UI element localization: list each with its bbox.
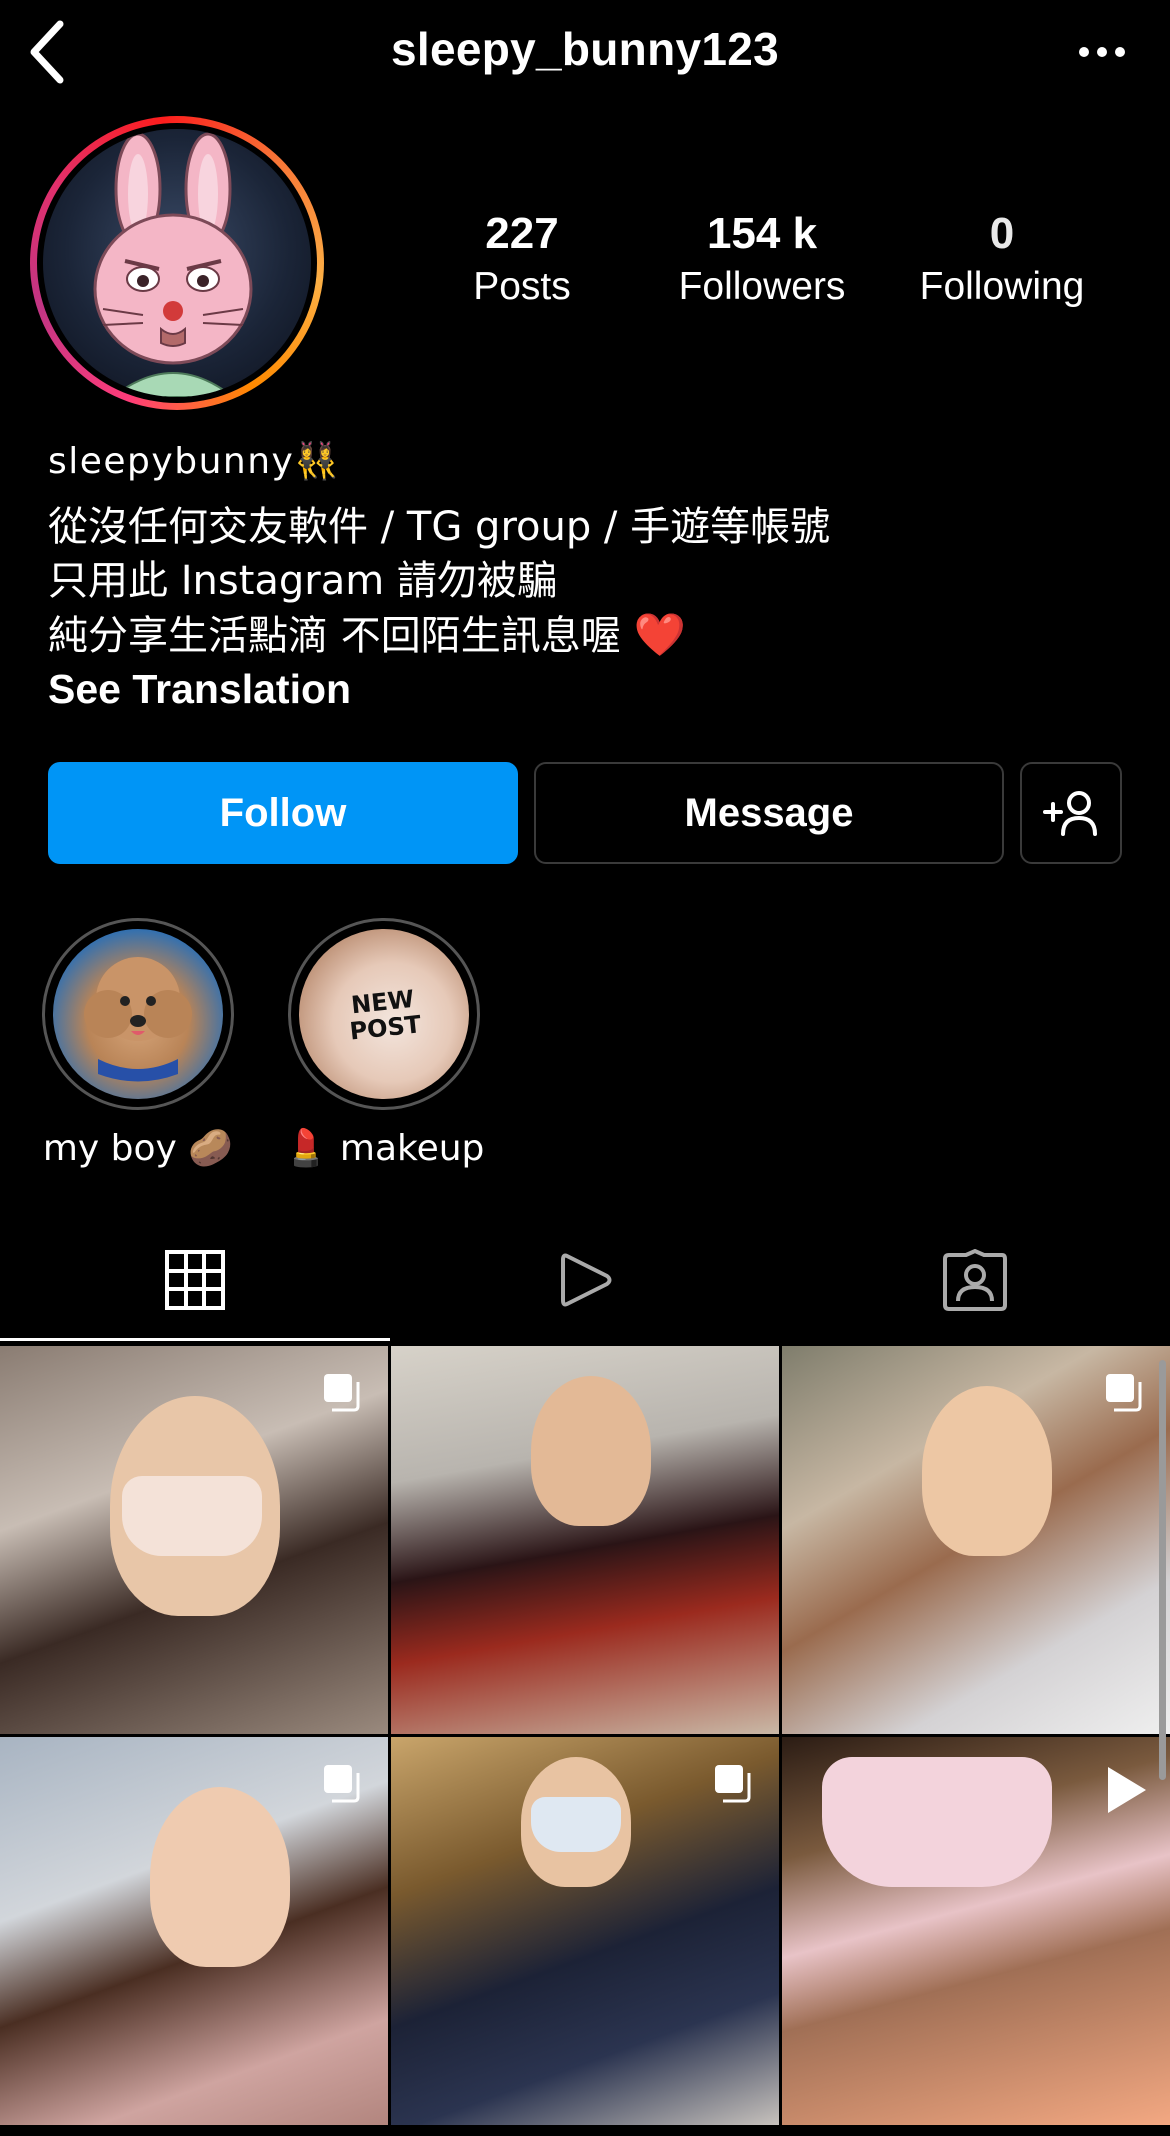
posts-count: 227: [485, 209, 559, 258]
highlight-cover-dog: [53, 929, 223, 1099]
post-subject: [150, 1787, 290, 1967]
followers-count: 154 k: [706, 209, 818, 258]
post-subject: [531, 1376, 651, 1526]
bio-display-name: sleepybunny👯‍♀️: [48, 441, 341, 482]
carousel-icon: [324, 1374, 360, 1412]
carousel-icon: [324, 1765, 360, 1803]
posts-stat: 227 Posts: [452, 206, 592, 312]
face-mask: [531, 1797, 621, 1852]
following-count: 0: [989, 209, 1015, 258]
dog-illustration: [84, 957, 192, 1082]
bio-line-2: 只用此 Instagram 請勿被騙: [48, 558, 557, 604]
post-thumbnail[interactable]: [782, 1737, 1170, 2125]
more-options-button[interactable]: [1074, 30, 1130, 74]
play-icon: [561, 1253, 612, 1307]
active-tab-indicator: [0, 1338, 390, 1341]
carousel-icon: [715, 1765, 751, 1803]
post-subject: [922, 1386, 1052, 1556]
bio-line-1: 從沒任何交友軟件 / TG group / 手遊等帳號: [48, 504, 831, 550]
carousel-icon: [1106, 1374, 1142, 1412]
reel-play-icon: [1108, 1767, 1146, 1813]
avatar-image: [43, 129, 311, 397]
following-label: Following: [919, 265, 1085, 308]
highlight-label: 💄 makeup: [283, 1128, 485, 1169]
followers-stat[interactable]: 154 k Followers: [660, 206, 864, 312]
posts-grid: [0, 1346, 1170, 2125]
story-highlight-my-boy[interactable]: my boy 🥔: [8, 918, 268, 1172]
bio-line-3: 純分享生活點滴 不回陌生訊息喔 ❤️: [48, 608, 686, 663]
tab-tagged[interactable]: [780, 1220, 1170, 1340]
post-thumbnail[interactable]: [0, 1346, 388, 1734]
add-user-icon: [1043, 791, 1097, 836]
post-thumbnail[interactable]: [782, 1346, 1170, 1734]
post-thumbnail[interactable]: [0, 1737, 388, 2125]
profile-tabs: [0, 1220, 1170, 1340]
highlight-label: my boy 🥔: [42, 1128, 234, 1169]
tab-posts-grid[interactable]: [0, 1220, 390, 1340]
followers-label: Followers: [678, 265, 846, 308]
story-highlight-makeup[interactable]: NEW POST 💄 makeup: [254, 918, 514, 1172]
suggested-users-button[interactable]: [1020, 762, 1122, 864]
profile-username: sleepy_bunny123: [390, 23, 780, 75]
face-mask: [122, 1476, 262, 1556]
post-thumbnail[interactable]: [391, 1346, 779, 1734]
tab-reels[interactable]: [390, 1220, 780, 1340]
highlight-cover-new-post: NEW POST: [299, 929, 469, 1099]
heart-emoji: ❤️: [633, 610, 686, 659]
post-thumbnail[interactable]: [391, 1737, 779, 2125]
bio-line-3-text: 純分享生活點滴 不回陌生訊息喔: [48, 613, 621, 659]
bunny-illustration: [93, 132, 253, 397]
message-button[interactable]: Message: [534, 762, 1004, 864]
see-translation-link[interactable]: See Translation: [48, 662, 351, 716]
profile-header: sleepy_bunny123: [0, 0, 1170, 104]
more-horizontal-icon: [1079, 47, 1125, 57]
posts-label: Posts: [473, 265, 571, 308]
tagged-user-icon: [943, 1249, 1007, 1311]
scrollbar[interactable]: [1159, 1360, 1166, 1780]
profile-avatar[interactable]: [30, 116, 324, 410]
follow-button[interactable]: Follow: [48, 762, 518, 864]
grid-icon: [165, 1250, 225, 1310]
face-mask: [822, 1757, 1052, 1887]
new-post-sticker: NEW POST: [348, 984, 423, 1046]
following-stat[interactable]: 0 Following: [900, 206, 1104, 312]
